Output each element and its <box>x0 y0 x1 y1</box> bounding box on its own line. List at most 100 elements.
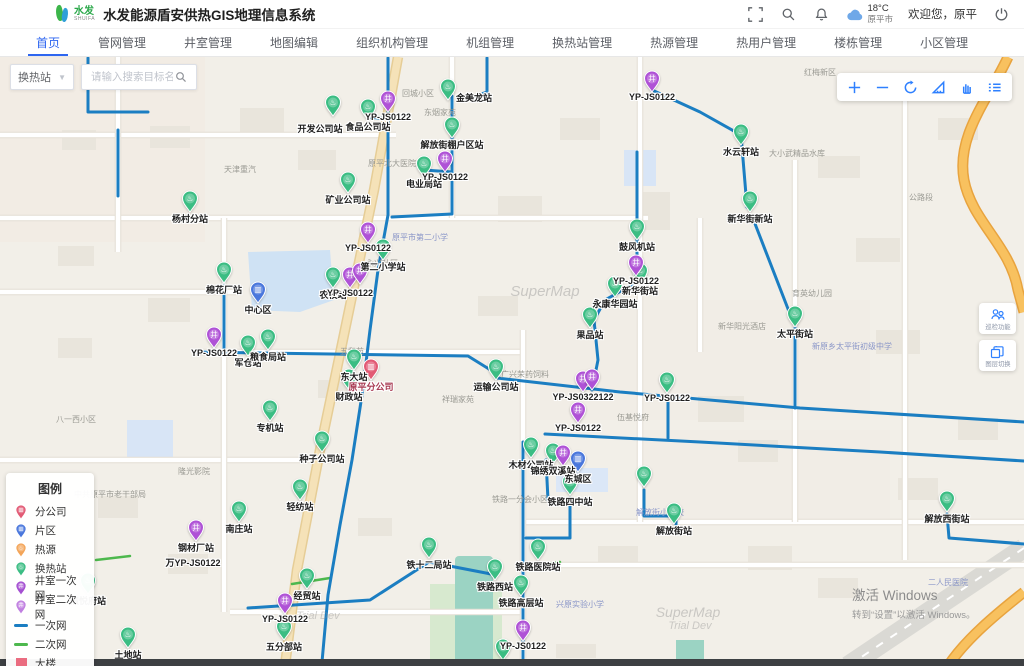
station-label: 专机站 <box>256 421 283 434</box>
station-pin[interactable]: ♨ <box>230 500 248 523</box>
station-pin[interactable]: ♨ <box>439 78 457 101</box>
reset-icon[interactable] <box>900 77 921 98</box>
well-pin[interactable]: 井 <box>569 401 587 424</box>
logo-text-cn: 水发 <box>74 7 95 17</box>
nav-tab-9[interactable]: 楼栋管理 <box>820 29 896 56</box>
poi-label: 天津重汽 <box>224 164 256 175</box>
pan-icon[interactable] <box>956 77 977 98</box>
nav-tab-8[interactable]: 热用户管理 <box>722 29 810 56</box>
nav-tab-7[interactable]: 热源管理 <box>636 29 712 56</box>
nav-tab-5[interactable]: 机组管理 <box>452 29 528 56</box>
fullscreen-icon[interactable] <box>746 5 764 23</box>
station-pin[interactable]: ♨ <box>658 371 676 394</box>
nav-tab-2[interactable]: 井室管理 <box>170 29 246 56</box>
station-pin[interactable]: ♨ <box>420 536 438 559</box>
station-pin[interactable]: ♨ <box>665 502 683 525</box>
station-pin[interactable]: ♨ <box>298 567 316 590</box>
well-pin[interactable]: 井 <box>205 326 223 349</box>
station-pin[interactable]: ♨ <box>119 626 137 649</box>
well-pin[interactable]: 井 <box>379 90 397 113</box>
station-pin[interactable]: ♨ <box>261 399 279 422</box>
station-label: 中心区 <box>244 303 271 316</box>
app-logo: 水发 SHUIFA <box>54 4 95 24</box>
station-label: 铁路高层站 <box>498 596 543 609</box>
station-label: 铁十二局站 <box>406 558 451 571</box>
legend-pin-icon: ♨ <box>14 542 28 558</box>
station-pin[interactable]: ♨ <box>522 436 540 459</box>
nav-tab-1[interactable]: 管网管理 <box>84 29 160 56</box>
station-label: YP-JS0122 <box>500 641 546 651</box>
measure-icon[interactable] <box>928 77 949 98</box>
station-pin[interactable]: ♨ <box>486 558 504 581</box>
poi-label: 广兴荣药饲料 <box>501 369 549 380</box>
station-label: YP-JS0122 <box>345 243 391 253</box>
inspection-tool-button[interactable]: 巡检功能 <box>979 303 1016 334</box>
svg-text:▥: ▥ <box>254 285 261 294</box>
station-pin[interactable]: ♨ <box>324 94 342 117</box>
station-pin[interactable]: ♨ <box>628 218 646 241</box>
layers-tool-button[interactable]: 图层切换 <box>979 340 1016 371</box>
station-pin[interactable]: ♨ <box>215 261 233 284</box>
search-input[interactable] <box>89 70 175 84</box>
zoom-out-icon[interactable] <box>872 77 893 98</box>
station-pin[interactable]: ♨ <box>259 328 277 351</box>
svg-text:▥: ▥ <box>574 454 581 463</box>
zoom-in-icon[interactable] <box>844 77 865 98</box>
svg-text:井: 井 <box>18 582 23 589</box>
station-pin[interactable]: ♨ <box>339 171 357 194</box>
bell-icon[interactable] <box>812 5 830 23</box>
station-pin[interactable]: ♨ <box>291 478 309 501</box>
station-label: 铁路四中站 <box>547 495 592 508</box>
well-pin[interactable]: 井 <box>276 592 294 615</box>
station-pin[interactable]: ♨ <box>324 266 342 289</box>
search-icon[interactable] <box>779 5 797 23</box>
svg-text:♨: ♨ <box>304 571 311 580</box>
station-pin[interactable]: ♨ <box>443 116 461 139</box>
station-pin[interactable]: ♨ <box>635 465 653 488</box>
logo-leaf-icon <box>54 4 70 24</box>
district-pin[interactable]: ▥ <box>249 281 267 304</box>
layer-list-icon[interactable] <box>984 77 1005 98</box>
well-pin[interactable]: 井 <box>514 619 532 642</box>
svg-text:♨: ♨ <box>221 265 228 274</box>
logout-icon[interactable] <box>992 5 1010 23</box>
station-pin[interactable]: ♨ <box>529 538 547 561</box>
well-pin[interactable]: 井 <box>627 254 645 277</box>
svg-text:♨: ♨ <box>587 310 594 319</box>
station-pin[interactable]: ♨ <box>732 123 750 146</box>
nav-tab-4[interactable]: 组织机构管理 <box>342 29 442 56</box>
svg-text:井: 井 <box>384 93 392 103</box>
legend-item: 二次网 <box>14 635 86 654</box>
station-label: 永康华园站 <box>592 297 637 310</box>
station-pin[interactable]: ♨ <box>741 190 759 213</box>
nav-tab-6[interactable]: 换热站管理 <box>538 29 626 56</box>
well-pin[interactable]: 井 <box>359 221 377 244</box>
nav-tab-0[interactable]: 首页 <box>22 29 74 56</box>
legend-pin-icon: ▥ <box>14 523 28 539</box>
station-pin[interactable]: ♨ <box>512 574 530 597</box>
well-pin[interactable]: 井 <box>643 70 661 93</box>
trial-watermark: SuperMap <box>510 283 579 300</box>
search-icon[interactable] <box>175 71 187 83</box>
svg-text:井: 井 <box>519 622 527 632</box>
svg-text:♨: ♨ <box>664 375 671 384</box>
station-label: 种子公司站 <box>299 452 344 465</box>
well-pin[interactable]: 井 <box>187 519 205 542</box>
station-label: 东城区 <box>564 472 591 485</box>
station-pin[interactable]: ♨ <box>938 490 956 513</box>
legend-item: 大楼 <box>14 654 86 666</box>
svg-text:♨: ♨ <box>493 362 500 371</box>
station-pin[interactable]: ♨ <box>786 305 804 328</box>
svg-text:♨: ♨ <box>187 194 194 203</box>
nav-tab-10[interactable]: 小区管理 <box>906 29 982 56</box>
station-pin[interactable]: ♨ <box>181 190 199 213</box>
search-category-select[interactable]: 换热站 ▼ <box>10 64 74 90</box>
well-pin[interactable]: 井 <box>436 150 454 173</box>
station-pin[interactable]: ♨ <box>487 358 505 381</box>
well-pin[interactable]: 井 <box>583 368 601 391</box>
nav-tab-3[interactable]: 地图编辑 <box>256 29 332 56</box>
legend-title: 图例 <box>14 480 86 497</box>
legend-pin-icon: ▥ <box>14 504 28 520</box>
map-canvas[interactable]: 回城小区东烟家苑原平北大医院天津重汽永兴社区原平市第二小学五和苑广兴荣药饲料祥瑞… <box>0 57 1024 666</box>
station-pin[interactable]: ♨ <box>313 430 331 453</box>
